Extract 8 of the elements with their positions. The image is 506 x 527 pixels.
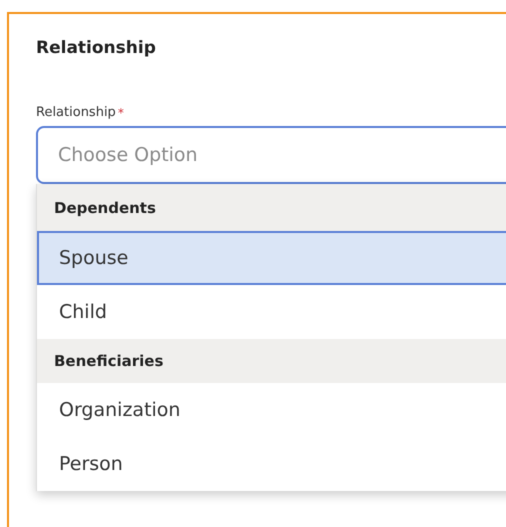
required-mark: * — [118, 105, 124, 122]
field-label: Relationship — [36, 104, 116, 122]
group-heading: Beneficiaries — [37, 339, 506, 383]
panel-title: Relationship — [36, 37, 157, 60]
select-field[interactable]: Choose Option — [36, 126, 506, 184]
group-heading: Dependents — [37, 184, 506, 231]
dropdown-option[interactable]: Person — [37, 437, 506, 491]
dropdown-option[interactable]: Spouse — [37, 231, 506, 285]
